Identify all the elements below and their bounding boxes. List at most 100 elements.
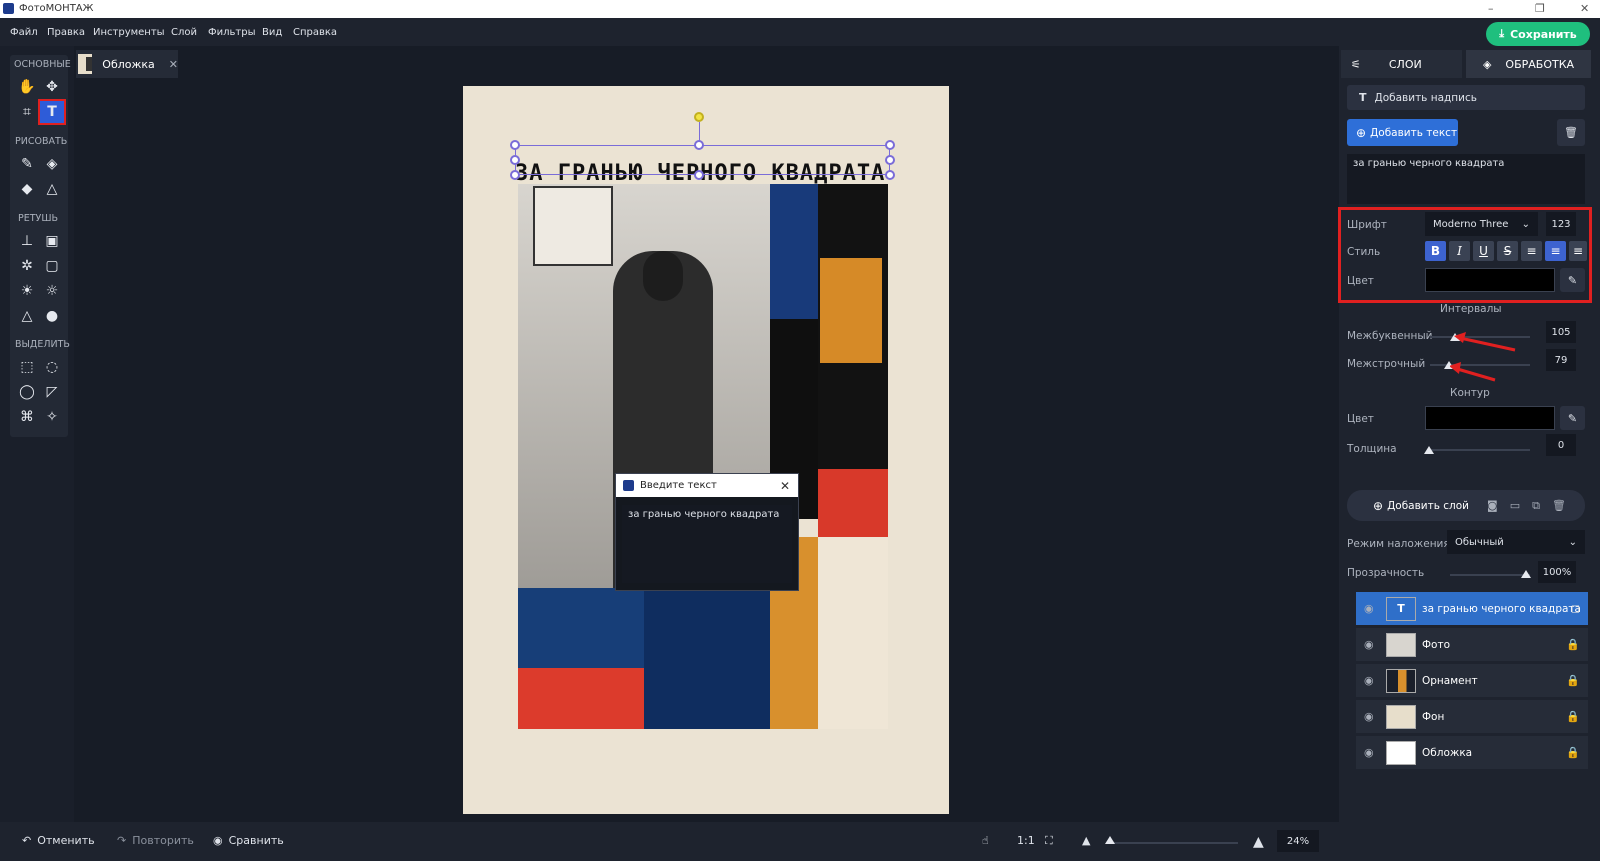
layer-item[interactable]: ◉ Фото 🔒 [1356, 628, 1588, 661]
dialog-close-icon[interactable]: ✕ [780, 479, 790, 493]
menu-layer[interactable]: Слой [171, 27, 197, 38]
layer-item[interactable]: ◉ Обложка 🔒 [1356, 736, 1588, 769]
menu-edit[interactable]: Правка [47, 27, 85, 38]
menu-tools[interactable]: Инструменты [93, 27, 165, 38]
shapes-icon[interactable]: △ [40, 178, 64, 200]
brush-icon[interactable]: ✎ [15, 153, 39, 175]
duplicate-icon[interactable]: ⧉ [1532, 499, 1540, 513]
menu-filters[interactable]: Фильтры [208, 27, 255, 38]
patch-icon[interactable]: ▣ [40, 230, 64, 252]
polygon-lasso-icon[interactable]: ◸ [40, 381, 64, 403]
eye-icon[interactable]: ◉ [1364, 638, 1380, 651]
eye-icon[interactable]: ◉ [1364, 602, 1380, 615]
tab-layers[interactable]: ⚟ СЛОИ [1341, 50, 1462, 78]
thickness-slider[interactable] [1430, 449, 1530, 451]
thickness-input[interactable]: 0 [1546, 434, 1576, 456]
strikethrough-button[interactable]: S [1497, 241, 1518, 261]
menu-view[interactable]: Вид [262, 27, 282, 38]
zoom-slider[interactable] [1108, 842, 1238, 844]
fit-screen-icon[interactable]: ⛶ [1045, 834, 1053, 848]
text-color-swatch[interactable] [1425, 268, 1555, 292]
italic-button[interactable]: I [1449, 241, 1470, 261]
darken-icon[interactable]: ☼ [40, 280, 64, 302]
font-size-input[interactable]: 123 [1546, 212, 1576, 236]
blend-mode-select[interactable]: Обычный ⌄ [1447, 530, 1585, 554]
opacity-thumb[interactable] [1521, 570, 1531, 578]
camera-icon[interactable]: ◙ [1487, 499, 1498, 512]
resize-handle[interactable] [510, 170, 520, 180]
align-left-icon[interactable]: ≡ [1521, 241, 1542, 261]
eye-icon[interactable]: ◉ [1364, 710, 1380, 723]
redo-button[interactable]: ↷ Повторить [117, 834, 194, 847]
menu-file[interactable]: Файл [10, 27, 38, 38]
zoom-out-icon[interactable]: ▲ [1082, 834, 1090, 847]
layer-item[interactable]: ◉ Фон 🔒 [1356, 700, 1588, 733]
resize-handle[interactable] [510, 140, 520, 150]
layer-item[interactable]: ◉ T за гранью черного квадрата ◻ [1356, 592, 1588, 625]
opacity-slider[interactable] [1450, 574, 1530, 576]
eraser-icon[interactable]: ◈ [40, 153, 64, 175]
contour-eyedropper-icon[interactable]: ✎ [1560, 406, 1585, 430]
zoom-value[interactable]: 24% [1277, 830, 1319, 852]
lock-icon[interactable]: 🔒 [1566, 746, 1580, 759]
trash-icon[interactable]: 🗑 [1557, 119, 1585, 146]
minimize-button[interactable]: – [1488, 2, 1494, 15]
ellipse-select-icon[interactable]: ◌ [40, 356, 64, 378]
resize-handle[interactable] [885, 140, 895, 150]
align-right-icon[interactable]: ≡ [1569, 241, 1587, 261]
delete-layer-icon[interactable]: 🗑 [1552, 499, 1566, 512]
compare-button[interactable]: ◉ Сравнить [213, 834, 284, 847]
magic-wand-icon[interactable]: ✧ [40, 406, 64, 428]
lighten-icon[interactable]: ☀ [15, 280, 39, 302]
bold-button[interactable]: B [1425, 241, 1446, 261]
doc-tab-close-icon[interactable]: ✕ [169, 58, 178, 71]
doc-tab[interactable]: Обложка ✕ [76, 50, 178, 78]
layer-item[interactable]: ◉ Орнамент 🔒 [1356, 664, 1588, 697]
dialog-textarea[interactable]: за гранью черного квадрата [622, 505, 792, 583]
rotate-handle[interactable] [694, 112, 704, 122]
stamp-icon[interactable]: ⊥ [15, 230, 39, 252]
blur-icon[interactable]: ● [40, 305, 64, 327]
healing-icon[interactable]: ✲ [15, 255, 39, 277]
crop-icon[interactable]: ⌗ [15, 101, 39, 123]
eye-icon[interactable]: ◉ [1364, 746, 1380, 759]
zoom-slider-thumb[interactable] [1105, 836, 1115, 844]
fit-hand-icon[interactable]: ☝ [982, 834, 989, 847]
resize-handle[interactable] [510, 155, 520, 165]
thickness-thumb[interactable] [1424, 446, 1434, 454]
add-text-button[interactable]: ⊕ Добавить текст [1347, 119, 1458, 146]
underline-button[interactable]: U [1473, 241, 1494, 261]
restore-button[interactable]: ❐ [1535, 2, 1545, 15]
contour-color-swatch[interactable] [1425, 406, 1555, 430]
tab-processing[interactable]: ◈ ОБРАБОТКА [1466, 50, 1591, 78]
folder-icon[interactable]: ▭ [1510, 499, 1520, 512]
resize-handle[interactable] [885, 170, 895, 180]
lock-icon[interactable]: 🔒 [1566, 638, 1580, 651]
rect-select-icon[interactable]: ⬚ [15, 356, 39, 378]
lock-icon[interactable]: 🔒 [1566, 674, 1580, 687]
lock-icon[interactable]: 🔒 [1566, 710, 1580, 723]
resize-handle[interactable] [885, 155, 895, 165]
add-layer-button[interactable]: Добавить слой [1387, 500, 1469, 512]
menu-help[interactable]: Справка [293, 27, 337, 38]
eye-icon[interactable]: ◉ [1364, 674, 1380, 687]
align-center-icon[interactable]: ≡ [1545, 241, 1566, 261]
undo-button[interactable]: ↶ Отменить [22, 834, 95, 847]
letter-spacing-input[interactable]: 105 [1546, 321, 1576, 343]
fill-icon[interactable]: ◆ [15, 178, 39, 200]
font-select[interactable]: Moderno Three ⌄ [1425, 212, 1538, 236]
close-window-button[interactable]: ✕ [1580, 2, 1589, 15]
resize-handle[interactable] [694, 170, 704, 180]
opacity-input[interactable]: 100% [1538, 561, 1576, 583]
magnetic-lasso-icon[interactable]: ⌘ [15, 406, 39, 428]
document-canvas[interactable]: ЗА ГРАНЬЮ ЧЕРНОГО КВАДРАТА [463, 86, 949, 814]
hand-icon[interactable]: ✋ [15, 76, 39, 98]
sharpen-icon[interactable]: △ [15, 305, 39, 327]
add-caption-button[interactable]: T Добавить надпись [1347, 85, 1585, 110]
save-button[interactable]: ⤓ Сохранить [1486, 22, 1590, 46]
text-content-field[interactable]: за гранью черного квадрата [1347, 154, 1585, 204]
ratio-button[interactable]: 1:1 [1017, 834, 1035, 847]
zoom-in-icon[interactable]: ▲ [1253, 834, 1264, 850]
unlock-icon[interactable]: ◻ [1571, 602, 1580, 615]
text-tool-icon[interactable]: T [38, 99, 66, 125]
